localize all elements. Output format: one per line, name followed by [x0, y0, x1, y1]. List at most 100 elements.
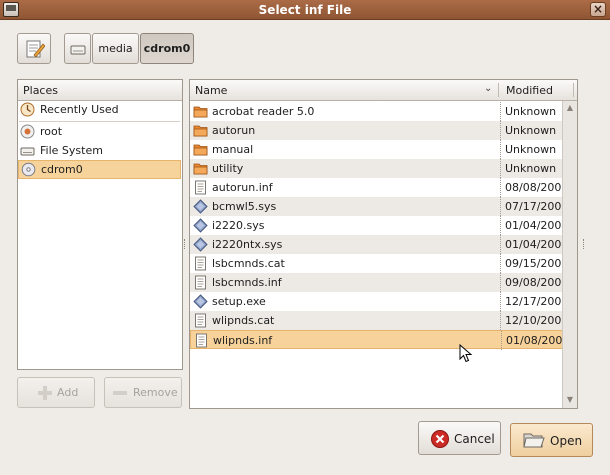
add-bookmark-button[interactable]: Add [17, 377, 95, 408]
file-modified: 07/17/2003 [505, 200, 569, 213]
file-row[interactable]: manual Unknown [190, 140, 574, 159]
text-file-icon [196, 333, 207, 348]
plus-icon [38, 386, 52, 400]
file-name: setup.exe [212, 295, 266, 308]
column-divider [500, 235, 501, 254]
pane-splitter[interactable] [184, 239, 188, 249]
file-row[interactable]: autorun Unknown [190, 121, 574, 140]
file-list-header: Name ⌄ Modified [190, 80, 577, 101]
folder-icon [193, 163, 208, 175]
file-name: lsbcmnds.cat [212, 257, 285, 270]
cancel-icon [431, 430, 449, 448]
column-divider [500, 292, 501, 311]
harddisk-icon [20, 147, 35, 156]
file-name: i2220.sys [212, 219, 265, 232]
column-divider [500, 121, 501, 140]
place-file-system[interactable]: File System [18, 141, 181, 160]
text-file-icon [195, 313, 206, 328]
file-row[interactable]: i2220ntx.sys 01/04/2004 [190, 235, 574, 254]
file-modified: 09/15/2003 [505, 257, 569, 270]
column-divider [500, 159, 501, 178]
folder-icon [193, 125, 208, 137]
file-modified: 01/04/2004 [505, 238, 569, 251]
folder-icon [193, 144, 208, 156]
column-divider [500, 311, 501, 330]
mouse-pointer-icon [459, 344, 473, 363]
add-label: Add [57, 386, 79, 399]
file-modified: Unknown [505, 105, 557, 118]
close-icon: × [592, 2, 604, 16]
scroll-up-arrow-icon[interactable]: ▲ [565, 103, 575, 113]
column-divider [500, 216, 501, 235]
file-modified: 01/04/2004 [505, 219, 569, 232]
file-row[interactable]: autorun.inf 08/08/2003 [190, 178, 574, 197]
folder-icon [193, 106, 208, 118]
places-header-label: Places [23, 84, 58, 97]
places-sidebar: Places Recently Used root File System cd… [17, 79, 183, 370]
file-row[interactable]: wlipnds.cat 12/10/2003 [190, 311, 574, 330]
place-root[interactable]: root [18, 122, 181, 141]
open-folder-icon [523, 433, 545, 448]
place-recently-used[interactable]: Recently Used [18, 100, 181, 119]
text-file-icon [195, 275, 206, 290]
file-name: wlipnds.inf [213, 334, 273, 347]
window-title: Select inf File [258, 3, 352, 17]
file-row[interactable]: wlipnds.inf 01/08/2004 [190, 330, 574, 350]
clock-icon [20, 102, 35, 117]
file-name: lsbcmnds.inf [212, 276, 282, 289]
column-divider [500, 140, 501, 159]
type-location-button[interactable] [17, 33, 51, 64]
column-header-modified[interactable]: Modified [506, 84, 553, 97]
system-file-icon [193, 218, 208, 233]
path-crumb-media[interactable]: media [92, 33, 139, 64]
place-label: root [40, 125, 63, 138]
cancel-label: Cancel [454, 432, 495, 446]
column-divider [501, 331, 502, 350]
text-file-icon [195, 180, 206, 195]
file-row[interactable]: utility Unknown [190, 159, 574, 178]
file-modified: 12/17/2002 [505, 295, 569, 308]
file-row[interactable]: i2220.sys 01/04/2004 [190, 216, 574, 235]
file-name: autorun.inf [212, 181, 273, 194]
list-resize-grip[interactable] [583, 239, 587, 249]
file-name: wlipnds.cat [212, 314, 275, 327]
remove-bookmark-button[interactable]: Remove [104, 377, 182, 408]
home-folder-icon [20, 124, 35, 139]
file-row[interactable]: lsbcmnds.cat 09/15/2003 [190, 254, 574, 273]
column-divider [500, 273, 501, 292]
column-header-name[interactable]: Name [195, 84, 227, 97]
column-divider [500, 178, 501, 197]
column-divider [500, 254, 501, 273]
scroll-down-arrow-icon[interactable]: ▼ [565, 395, 575, 405]
column-divider [500, 102, 501, 121]
file-name: bcmwl5.sys [212, 200, 277, 213]
column-divider [500, 197, 501, 216]
minus-icon [113, 391, 127, 395]
edit-pencil-icon [26, 40, 45, 58]
sort-descending-icon[interactable]: ⌄ [484, 83, 492, 94]
place-cdrom0[interactable]: cdrom0 [18, 160, 181, 179]
file-row[interactable]: setup.exe 12/17/2002 [190, 292, 574, 311]
file-row[interactable]: lsbcmnds.inf 09/08/2003 [190, 273, 574, 292]
remove-label: Remove [133, 386, 178, 399]
file-row[interactable]: acrobat reader 5.0 Unknown [190, 102, 574, 121]
text-file-icon [195, 256, 206, 271]
file-modified: 12/10/2003 [505, 314, 569, 327]
title-bar: Select inf File × [0, 0, 610, 20]
crumb-label: media [98, 42, 133, 55]
cdrom-icon [21, 162, 36, 177]
system-file-icon [193, 199, 208, 214]
places-header[interactable]: Places [18, 80, 182, 101]
cancel-button[interactable]: Cancel [418, 421, 501, 455]
file-modified: 08/08/2003 [505, 181, 569, 194]
file-modified: 09/08/2003 [505, 276, 569, 289]
system-file-icon [193, 237, 208, 252]
file-row[interactable]: bcmwl5.sys 07/17/2003 [190, 197, 574, 216]
file-name: utility [212, 162, 244, 175]
vertical-scrollbar[interactable]: ▲ ▼ [562, 101, 577, 408]
file-name: manual [212, 143, 254, 156]
close-window-button[interactable]: × [590, 2, 606, 17]
open-button[interactable]: Open [510, 423, 593, 457]
path-crumb-cdrom0[interactable]: cdrom0 [140, 33, 194, 64]
path-root-drive-button[interactable] [64, 33, 91, 64]
